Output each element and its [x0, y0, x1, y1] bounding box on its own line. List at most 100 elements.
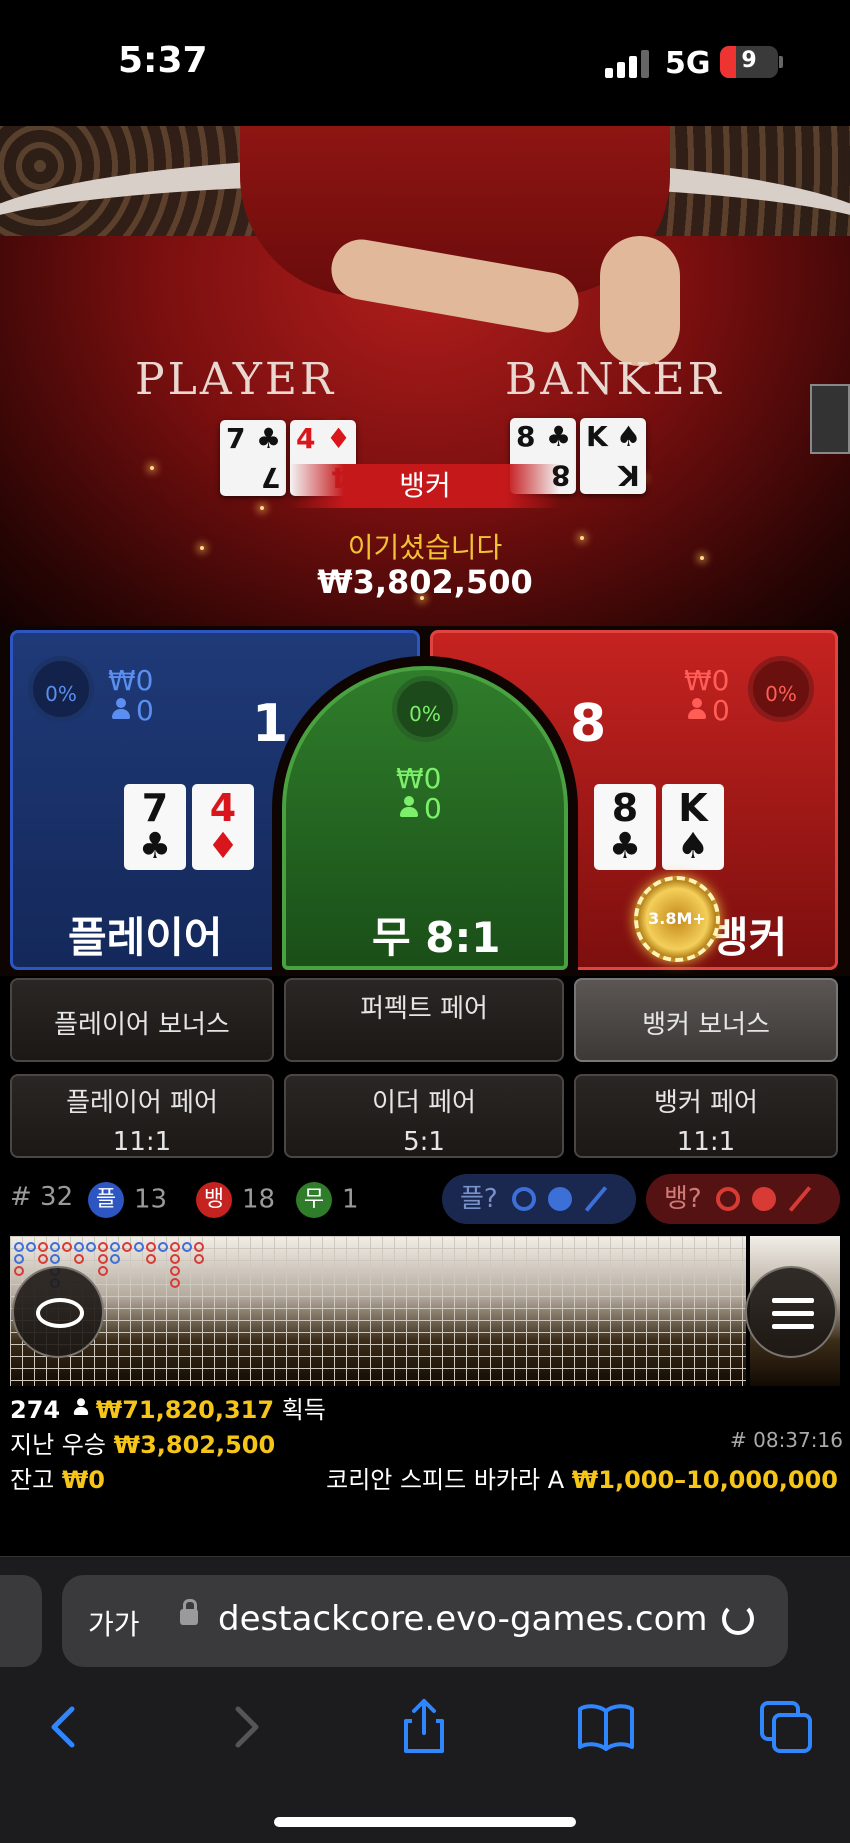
bookmarks-icon[interactable]: [576, 1697, 636, 1757]
chat-icon: [36, 1298, 84, 1328]
roadmap-bead: [134, 1242, 144, 1252]
roadmap-bead: [182, 1242, 192, 1252]
roadmap-bead: [38, 1254, 48, 1264]
round-count: # 32: [10, 1182, 74, 1212]
roadmap-bead: [38, 1242, 48, 1252]
table-banker-card-2: K ♠ K: [580, 418, 646, 494]
person-icon: [400, 796, 418, 818]
online-and-winnings: 274 ₩71,820,317 획득: [10, 1396, 326, 1424]
player-card-1: 7 ♣: [124, 784, 186, 870]
table-info: 코리안 스피드 바카라 A ₩1,000–10,000,000: [326, 1466, 838, 1494]
roadmap-bead: [14, 1242, 24, 1252]
perfect-pair-button[interactable]: 퍼펙트 페어: [284, 978, 564, 1062]
banker-percent-ring: 0%: [748, 656, 814, 722]
status-bar: 5:37 5G 9: [0, 0, 850, 126]
roadmap-bead: [110, 1242, 120, 1252]
player-percent-ring: 0%: [28, 656, 94, 722]
roadmap-bead: [122, 1242, 132, 1252]
roadmap-bead: [50, 1254, 60, 1264]
roadmap-bead: [26, 1242, 36, 1252]
cockroach-slash-icon: [788, 1186, 812, 1212]
chat-button[interactable]: [12, 1266, 104, 1358]
tie-percent-ring: 0%: [392, 676, 458, 742]
tie-bet-label: 무 8:1: [372, 913, 501, 962]
table-player-label: PLAYER: [135, 354, 337, 405]
banker-bettor-count: 0: [712, 694, 730, 727]
roadmap-bead: [158, 1242, 168, 1252]
menu-button[interactable]: [745, 1266, 837, 1358]
either-pair-button[interactable]: 이더 페어 5:1: [284, 1074, 564, 1158]
roadmap-bead: [74, 1242, 84, 1252]
cockroach-slash-icon: [584, 1186, 608, 1212]
banker-wins: 뱅 18: [196, 1182, 275, 1218]
battery-level: 9: [741, 48, 757, 73]
scoreboard-roadmap[interactable]: [10, 1236, 746, 1386]
clock: 5:37: [118, 40, 208, 81]
betting-area: 0% 0% 0% ₩0 0 ₩0 0 ₩0 0 1 8 7 ♣ 4 ♦ 8 ♣ K ♠ …: [0, 626, 850, 976]
banker-score: 8: [570, 694, 607, 754]
placed-chip[interactable]: 3.8M+: [634, 876, 720, 962]
browser-toolbar: 가가 destackcore.evo-games.com: [0, 1556, 850, 1843]
big-road-circle-icon: [512, 1187, 536, 1211]
player-total-bet: ₩0: [108, 664, 154, 697]
winner-banner: 뱅커: [290, 464, 560, 508]
player-score: 1: [252, 694, 289, 754]
tie-bettor-count: 0: [424, 792, 442, 825]
banker-pair-button[interactable]: 뱅커 페어 11:1: [574, 1074, 838, 1158]
player-wins: 플 13: [88, 1182, 167, 1218]
player-bonus-button[interactable]: 플레이어 보너스: [10, 978, 274, 1062]
tabs-icon[interactable]: [756, 1697, 816, 1757]
previous-tab[interactable]: [0, 1575, 42, 1667]
live-video: PLAYER BANKER 7♣ 7 4♦ 4 8♣ 8 K♠ K 뱅커 이기셨…: [0, 126, 850, 626]
player-pair-button[interactable]: 플레이어 페어 11:1: [10, 1074, 274, 1158]
roadmap-bead: [98, 1254, 108, 1264]
roadmap-bead: [170, 1254, 180, 1264]
roadmap-bead: [14, 1266, 24, 1276]
roadmap-bead: [62, 1242, 72, 1252]
roadmap-bead: [194, 1254, 204, 1264]
share-icon[interactable]: [394, 1697, 454, 1757]
tie-wins: 무1: [296, 1182, 359, 1218]
text-size-button[interactable]: 가가: [88, 1603, 140, 1643]
banker-bonus-button[interactable]: 뱅커 보너스: [574, 978, 838, 1062]
roadmap-bead: [74, 1254, 84, 1264]
road-stats: # 32 플 13 뱅 18 무1 플? 뱅?: [0, 1170, 850, 1226]
back-icon[interactable]: [34, 1697, 94, 1757]
balance: 잔고 ₩0: [10, 1466, 105, 1494]
big-eye-dot-icon: [752, 1187, 776, 1211]
roadmap-bead: [170, 1278, 180, 1288]
roadmap-bead: [146, 1242, 156, 1252]
reload-icon[interactable]: [722, 1603, 754, 1635]
player-prediction-button[interactable]: 플?: [442, 1174, 636, 1224]
url-text[interactable]: destackcore.evo-games.com: [218, 1599, 708, 1639]
address-bar[interactable]: 가가 destackcore.evo-games.com: [62, 1575, 788, 1667]
roadmap-bead: [98, 1242, 108, 1252]
home-indicator: [274, 1817, 576, 1827]
tie-stats: ₩0 0: [396, 764, 442, 824]
roadmap-bead: [146, 1254, 156, 1264]
roadmap-bead: [98, 1266, 108, 1276]
banker-stats: ₩0 0: [684, 666, 730, 726]
tie-total-bet: ₩0: [396, 762, 442, 795]
player-bet-label: 플레이어: [68, 913, 223, 962]
banker-bet-label: 뱅커: [710, 913, 788, 962]
person-icon: [688, 698, 706, 720]
player-card-2: 4 ♦: [192, 784, 254, 870]
win-amount: ₩3,802,500: [317, 563, 533, 601]
player-bettor-count: 0: [136, 694, 154, 727]
game-id: # 08:37:16: [730, 1428, 843, 1452]
person-icon: [73, 1398, 88, 1416]
forward-icon[interactable]: [216, 1697, 276, 1757]
big-eye-dot-icon: [548, 1187, 572, 1211]
table-player-card-1: 7 ♣ 7: [220, 420, 286, 496]
win-message: 이기셨습니다: [347, 531, 503, 564]
roadmap-bead: [194, 1242, 204, 1252]
last-win: 지난 우승 ₩3,802,500: [10, 1431, 276, 1459]
roadmap-bead: [14, 1254, 24, 1264]
roadmap-bead: [170, 1266, 180, 1276]
roadmap-bead: [86, 1242, 96, 1252]
roadmap-bead: [50, 1242, 60, 1252]
banker-prediction-button[interactable]: 뱅?: [646, 1174, 840, 1224]
battery-icon: 9: [720, 46, 778, 78]
banker-total-bet: ₩0: [684, 664, 730, 697]
